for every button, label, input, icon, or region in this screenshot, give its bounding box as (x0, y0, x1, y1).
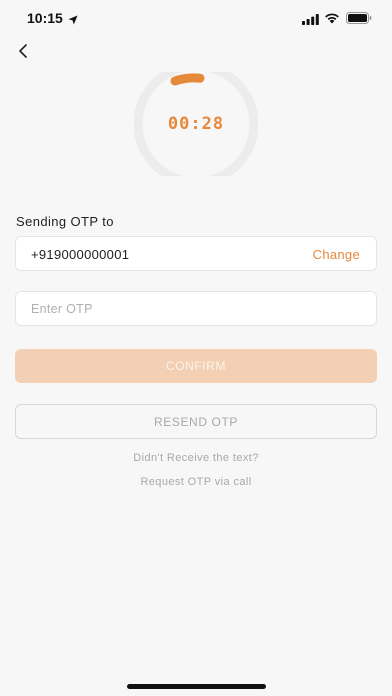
otp-input[interactable] (15, 291, 377, 326)
didnt-receive-text: Didn't Receive the text? (133, 452, 259, 464)
battery-icon (346, 11, 372, 29)
cellular-signal-icon (302, 12, 319, 30)
change-number-link[interactable]: Change (313, 247, 360, 262)
status-time: 10:15 (27, 10, 63, 26)
phone-number-value: +919000000001 (31, 247, 130, 262)
confirm-button[interactable]: CONFIRM (15, 349, 377, 383)
home-indicator (127, 684, 266, 689)
request-otp-call-link[interactable]: Request OTP via call (0, 476, 392, 488)
wifi-icon (324, 11, 340, 29)
countdown-timer: 00:28 (134, 72, 258, 176)
phone-number-field: +919000000001 Change (15, 236, 377, 271)
sending-otp-label: Sending OTP to (16, 214, 114, 229)
timer-value: 00:28 (167, 114, 225, 134)
chevron-left-icon (17, 43, 29, 63)
status-bar: 10:15 (0, 0, 392, 36)
location-arrow-icon (68, 12, 78, 30)
resend-otp-button[interactable]: RESEND OTP (15, 404, 377, 439)
back-button[interactable] (12, 42, 34, 64)
